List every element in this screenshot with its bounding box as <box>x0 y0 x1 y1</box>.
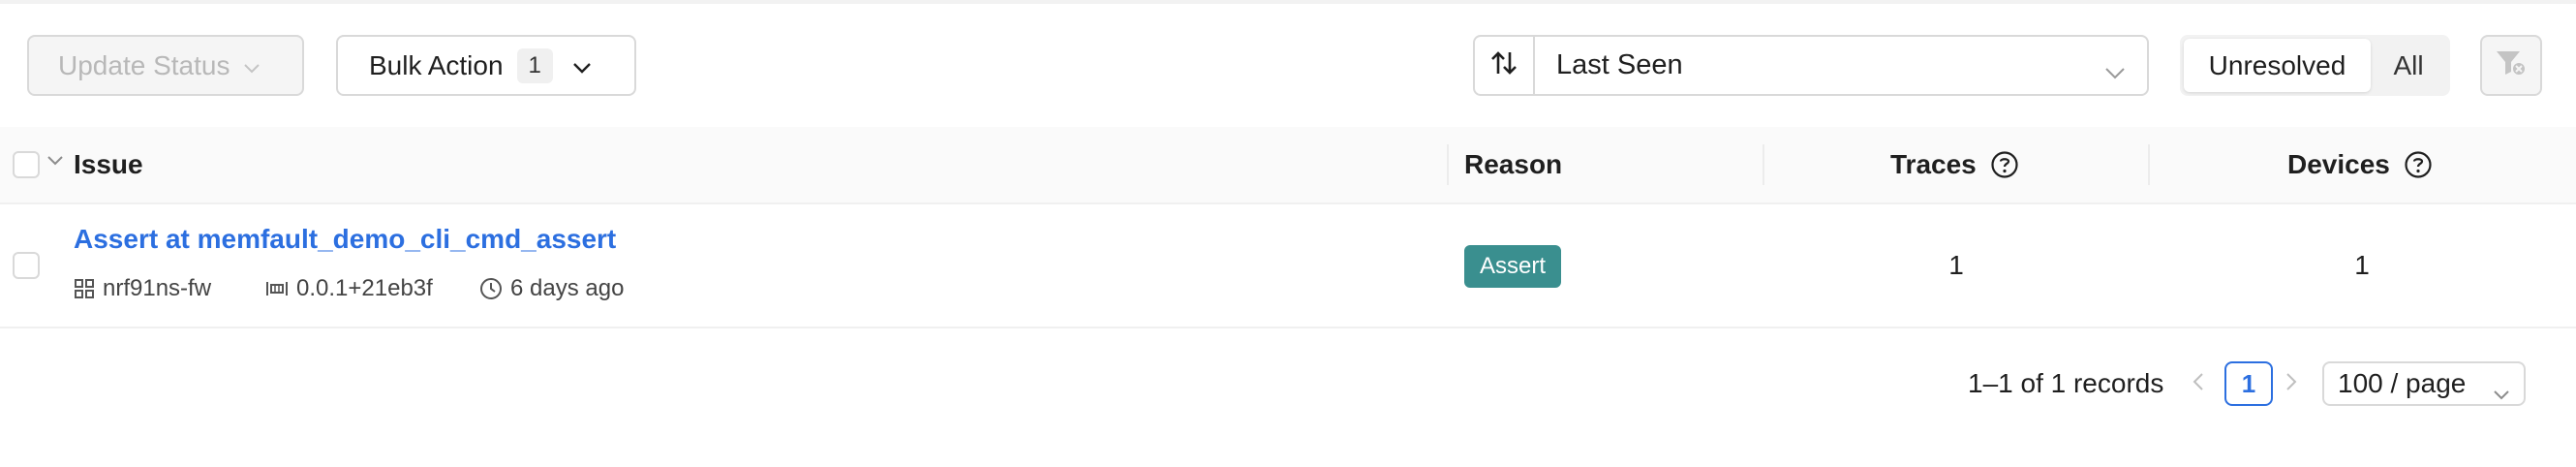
page-size-select[interactable]: 100 / page <box>2322 361 2526 406</box>
next-page-button[interactable] <box>2284 358 2299 409</box>
select-all-checkbox[interactable] <box>13 151 40 178</box>
chevron-left-icon <box>2191 371 2206 397</box>
help-circle-icon[interactable] <box>2404 150 2433 179</box>
chevron-down-icon <box>243 50 261 81</box>
last-seen: 6 days ago <box>479 275 624 302</box>
bulk-action-button[interactable]: Bulk Action 1 <box>336 35 636 96</box>
chevron-down-icon <box>2104 56 2126 88</box>
page-1-button[interactable]: 1 <box>2224 361 2273 406</box>
last-seen-label: 6 days ago <box>510 275 625 301</box>
software-type[interactable]: nrf91ns-fw <box>74 275 211 302</box>
bulk-action-label: Bulk Action <box>369 49 504 80</box>
sort-direction-button[interactable] <box>1473 35 1535 96</box>
column-divider <box>1447 144 1449 185</box>
software-version[interactable]: 0.0.1+21eb3f <box>265 275 433 302</box>
previous-page-button[interactable] <box>2191 358 2206 409</box>
traces-count: 1 <box>1948 250 1964 280</box>
sort-field-value: Last Seen <box>1556 49 1683 80</box>
table-header: Issue Reason Traces Devices <box>0 127 2576 204</box>
software-type-label: nrf91ns-fw <box>103 275 212 301</box>
row-checkbox[interactable] <box>13 252 40 279</box>
status-segmented-control: Unresolved All <box>2180 35 2450 96</box>
grid-icon <box>74 278 95 299</box>
clock-icon <box>479 277 503 300</box>
records-summary: 1–1 of 1 records <box>1968 368 2164 398</box>
chevron-right-icon <box>2284 371 2299 397</box>
reason-tag: Assert <box>1464 245 1562 288</box>
table-row[interactable]: Assert at memfault_demo_cli_cmd_assert n… <box>0 204 2576 328</box>
segment-all[interactable]: All <box>2371 39 2446 92</box>
column-divider <box>2148 144 2150 185</box>
help-circle-icon[interactable] <box>1990 150 2019 179</box>
clear-filters-button[interactable] <box>2480 35 2542 96</box>
page-size-value: 100 / page <box>2338 368 2467 398</box>
column-header-reason: Reason <box>1464 149 1563 179</box>
chevron-down-icon[interactable] <box>46 154 64 171</box>
chevron-down-icon <box>572 50 592 81</box>
update-status-button[interactable]: Update Status <box>27 35 304 96</box>
sort-control: Last Seen <box>1473 35 2149 96</box>
software-version-label: 0.0.1+21eb3f <box>296 275 433 301</box>
sort-arrows-icon <box>1489 49 1518 81</box>
issue-title-link[interactable]: Assert at memfault_demo_cli_cmd_assert <box>74 224 616 255</box>
toolbar: Update Status Bulk Action 1 Last Seen Un… <box>0 0 2576 126</box>
update-status-label: Update Status <box>58 49 230 80</box>
version-icon <box>265 278 289 299</box>
chevron-down-icon <box>2493 377 2510 408</box>
column-header-issue: Issue <box>74 149 143 179</box>
column-header-traces: Traces <box>1890 127 2019 202</box>
devices-count: 1 <box>2354 250 2370 280</box>
selection-count-badge: 1 <box>516 47 553 83</box>
devices-header-label: Devices <box>2287 149 2390 179</box>
traces-header-label: Traces <box>1890 149 1977 179</box>
sort-field-select[interactable]: Last Seen <box>1533 35 2149 96</box>
filter-clear-icon <box>2495 48 2528 82</box>
column-header-devices: Devices <box>2287 127 2433 202</box>
column-divider <box>1763 144 1764 185</box>
segment-unresolved[interactable]: Unresolved <box>2184 39 2371 92</box>
